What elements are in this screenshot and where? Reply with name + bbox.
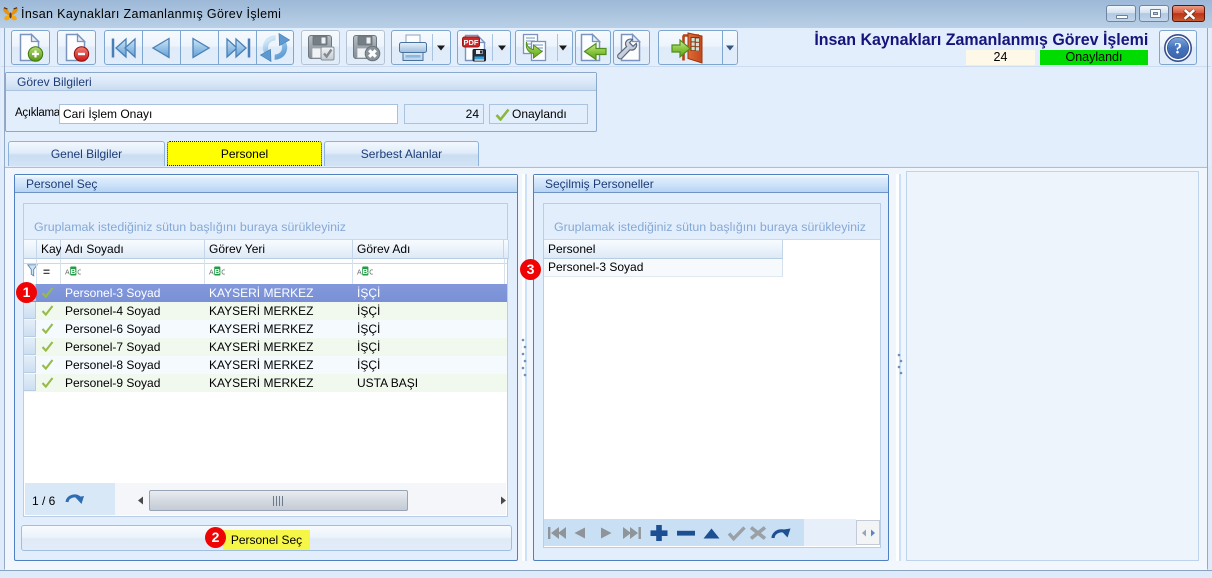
svg-text:C: C (369, 270, 373, 277)
svg-text:C: C (77, 270, 81, 277)
svg-text:A: A (357, 270, 362, 277)
svg-text:A: A (65, 270, 70, 277)
svg-text:B: B (363, 267, 369, 276)
svg-text:C: C (221, 270, 225, 277)
svg-text:B: B (215, 267, 221, 276)
svg-text:B: B (71, 267, 77, 276)
svg-text:A: A (209, 270, 214, 277)
